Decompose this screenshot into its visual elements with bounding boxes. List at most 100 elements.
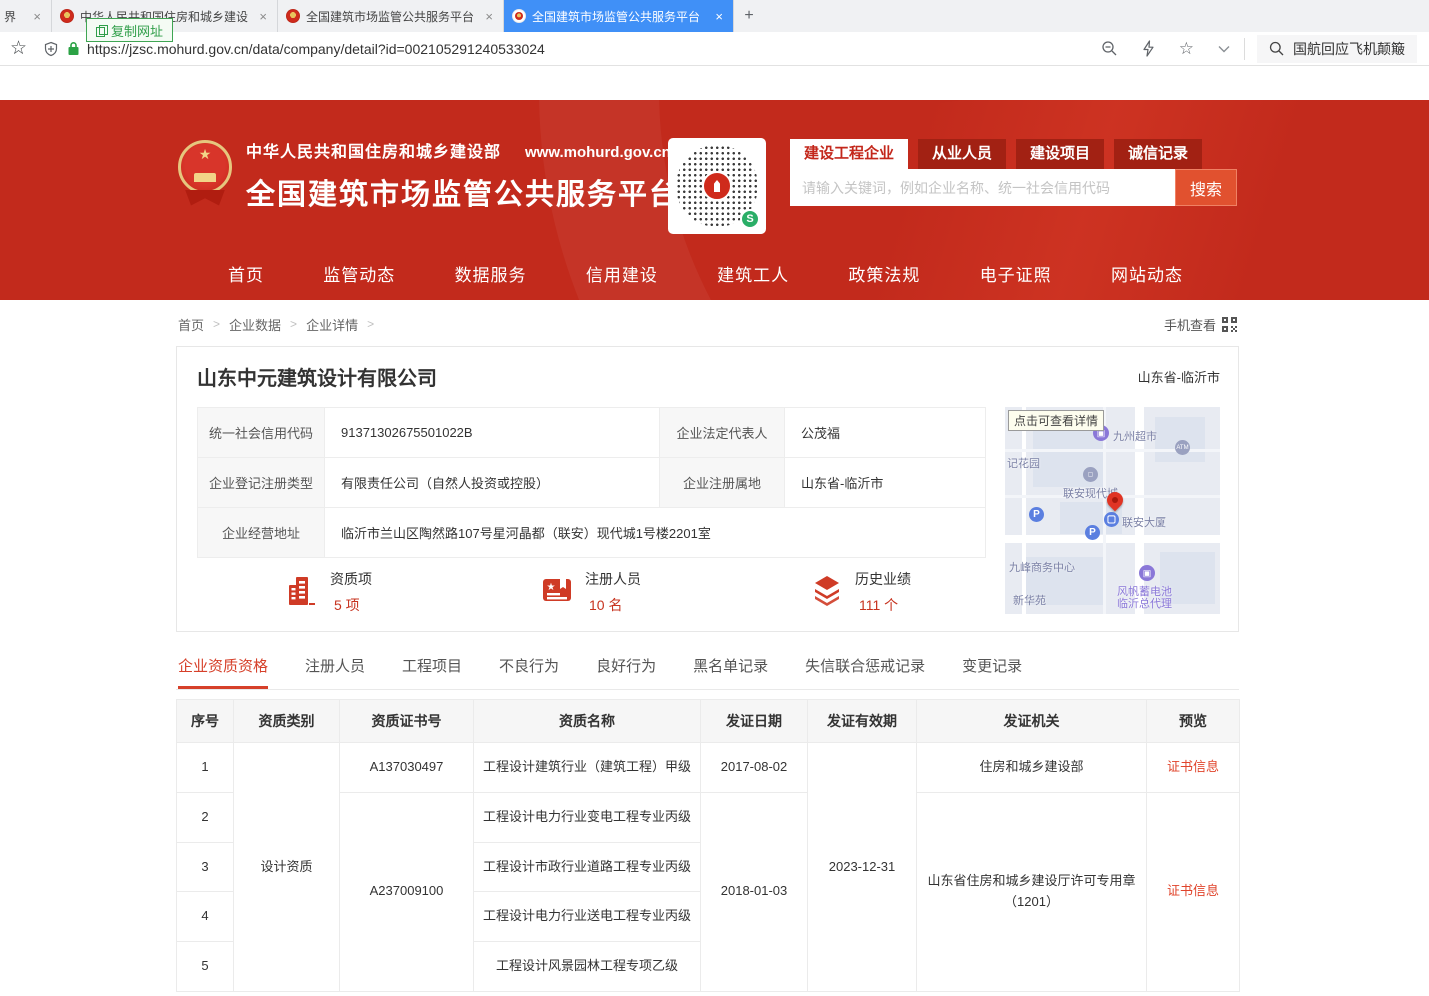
breadcrumb-separator: > <box>290 317 297 331</box>
map-tooltip: 点击可查看详情 <box>1008 410 1104 431</box>
flash-icon[interactable] <box>1142 40 1155 57</box>
qualification-name: 工程设计风景园林工程专项乙级 <box>474 942 701 992</box>
keyword-search-input[interactable] <box>790 169 1175 206</box>
nav-workers[interactable]: 建筑工人 <box>717 261 789 286</box>
table-header-row: 序号 资质类别 资质证书号 资质名称 发证日期 发证有效期 发证机关 预览 <box>177 700 1240 743</box>
row-no: 2 <box>177 792 234 842</box>
registration-type-value: 有限责任公司（自然人投资或控股） <box>325 458 660 508</box>
col-header: 资质类别 <box>234 700 340 743</box>
qr-center-logo-icon <box>702 171 732 201</box>
tab-change-records[interactable]: 变更记录 <box>962 655 1022 689</box>
tab-close-icon[interactable]: × <box>483 9 495 24</box>
search-tab-credit[interactable]: 诚信记录 <box>1114 139 1202 169</box>
location-map[interactable]: 点击可查看详情 ▣ 九州超市 ATM 记花园 ▢ 联安现代城 ▢ 联安大厦 P … <box>1005 407 1220 614</box>
tab-title: 全国建筑市场监管公共服务平台 <box>306 8 477 25</box>
shield-icon[interactable] <box>43 41 59 57</box>
detail-tabs: 企业资质资格 注册人员 工程项目 不良行为 良好行为 黑名单记录 失信联合惩戒记… <box>176 653 1239 690</box>
zoom-out-icon[interactable] <box>1101 40 1118 57</box>
breadcrumb-company-detail[interactable]: 企业详情 <box>306 315 358 334</box>
certificate-info-link[interactable]: 证书信息 <box>1167 883 1219 898</box>
field-label: 企业登记注册类型 <box>198 458 325 508</box>
cert-no: A137030497 <box>340 743 474 793</box>
tab-good-behavior[interactable]: 良好行为 <box>596 655 656 689</box>
ministry-name: 中华人民共和国住房和城乡建设部 <box>246 138 501 162</box>
field-label: 企业法定代表人 <box>660 408 785 458</box>
col-header: 资质证书号 <box>340 700 474 743</box>
nav-policy[interactable]: 政策法规 <box>848 261 920 286</box>
svg-text:★: ★ <box>547 582 556 593</box>
search-tab-enterprise[interactable]: 建设工程企业 <box>790 139 908 169</box>
qualification-name: 工程设计建筑行业（建筑工程）甲级 <box>474 743 701 793</box>
nav-license[interactable]: 电子证照 <box>980 261 1052 286</box>
site-logo[interactable]: ★ 中华人民共和国住房和城乡建设部 www.mohurd.gov.cn 全国建筑… <box>178 138 680 213</box>
stat-value: 5 项 <box>330 595 372 615</box>
browser-tab-jzsc[interactable]: 全国建筑市场监管公共服务平台 × <box>278 0 504 32</box>
col-header: 发证机关 <box>917 700 1147 743</box>
tab-blacklist[interactable]: 黑名单记录 <box>693 655 768 689</box>
credit-code-value: 91371302675501022B <box>325 408 660 458</box>
nav-supervision[interactable]: 监管动态 <box>323 261 395 286</box>
map-road <box>1005 535 1220 543</box>
issuing-authority: 住房和城乡建设部 <box>917 743 1147 793</box>
browser-tab-active[interactable]: 全国建筑市场监管公共服务平台 × <box>504 0 734 32</box>
search-button[interactable]: 搜索 <box>1175 169 1237 206</box>
search-tab-project[interactable]: 建设项目 <box>1016 139 1104 169</box>
stat-label: 资质项 <box>330 569 372 589</box>
map-label: 新华苑 <box>1013 592 1046 608</box>
mobile-view-button[interactable]: 手机查看 <box>1164 315 1237 334</box>
copy-url-tooltip[interactable]: 复制网址 <box>86 18 173 42</box>
stat-label: 历史业绩 <box>855 569 911 589</box>
tab-qualifications[interactable]: 企业资质资格 <box>178 655 268 689</box>
qualification-name: 工程设计电力行业变电工程专业丙级 <box>474 792 701 842</box>
tab-title: 全国建筑市场监管公共服务平台 <box>532 8 707 25</box>
chevron-down-icon[interactable] <box>1218 45 1230 53</box>
company-stats: 资质项 5 项 ★ 注册人员 10 名 历史业绩 111 个 <box>197 569 987 621</box>
url-field[interactable]: https://jzsc.mohurd.gov.cn/data/company/… <box>67 41 1081 57</box>
search-tab-personnel[interactable]: 从业人员 <box>918 139 1006 169</box>
nav-data-service[interactable]: 数据服务 <box>455 261 527 286</box>
certificate-info-link[interactable]: 证书信息 <box>1167 759 1219 774</box>
browser-tab-bar: 界 × 中华人民共和国住房和城乡建设 × 全国建筑市场监管公共服务平台 × 全国… <box>0 0 1429 32</box>
col-header: 预览 <box>1147 700 1240 743</box>
field-label: 统一社会信用代码 <box>198 408 325 458</box>
nav-credit[interactable]: 信用建设 <box>586 261 658 286</box>
stat-historical-performance: 历史业绩 111 个 <box>810 569 911 615</box>
url-text: https://jzsc.mohurd.gov.cn/data/company/… <box>87 41 545 57</box>
search-icon <box>1269 41 1284 56</box>
bookmark-star-icon[interactable]: ☆ <box>10 37 27 60</box>
tab-bad-behavior[interactable]: 不良行为 <box>499 655 559 689</box>
stat-value: 10 名 <box>585 595 641 615</box>
tab-close-icon[interactable]: × <box>31 9 43 24</box>
breadcrumb-company-data[interactable]: 企业数据 <box>229 315 281 334</box>
breadcrumb-home[interactable]: 首页 <box>178 315 204 334</box>
col-header: 序号 <box>177 700 234 743</box>
new-tab-button[interactable]: + <box>734 0 764 32</box>
nav-home[interactable]: 首页 <box>228 261 264 286</box>
address-bar-actions: ☆ <box>1101 39 1230 59</box>
divider <box>1244 38 1245 60</box>
wechat-icon: S <box>740 209 760 229</box>
quick-search-box[interactable]: 国航回应飞机颠簸 <box>1257 35 1417 63</box>
breadcrumb: 首页 > 企业数据 > 企业详情 > 手机查看 <box>176 300 1239 334</box>
issue-date: 2017-08-02 <box>701 743 808 793</box>
tab-projects[interactable]: 工程项目 <box>402 655 462 689</box>
tab-dishonesty[interactable]: 失信联合惩戒记录 <box>805 655 925 689</box>
company-region: 山东省-临沂市 <box>1138 367 1220 386</box>
favorite-star-icon[interactable]: ☆ <box>1179 39 1194 59</box>
emblem-favicon-icon <box>512 9 526 23</box>
company-card: 山东中元建筑设计有限公司 山东省-临沂市 统一社会信用代码 9137130267… <box>176 346 1239 632</box>
qualification-name: 工程设计电力行业送电工程专业丙级 <box>474 892 701 942</box>
tab-registered-personnel[interactable]: 注册人员 <box>305 655 365 689</box>
tab-close-icon[interactable]: × <box>713 9 725 24</box>
nav-news[interactable]: 网站动态 <box>1111 261 1183 286</box>
qualification-table: 序号 资质类别 资质证书号 资质名称 发证日期 发证有效期 发证机关 预览 1 … <box>176 699 1240 992</box>
layers-icon <box>810 573 844 607</box>
browser-tab-partial[interactable]: 界 × <box>0 0 52 32</box>
tab-close-icon[interactable]: × <box>257 9 269 24</box>
mobile-view-label: 手机查看 <box>1164 315 1216 334</box>
tab-title: 界 <box>4 8 25 25</box>
site-search-module: 建设工程企业 从业人员 建设项目 诚信记录 搜索 <box>790 139 1237 206</box>
main-navigation: 首页 监管动态 数据服务 信用建设 建筑工人 政策法规 电子证照 网站动态 <box>176 246 1239 300</box>
map-label: 九州超市 <box>1113 428 1157 444</box>
breadcrumb-separator: > <box>367 317 374 331</box>
